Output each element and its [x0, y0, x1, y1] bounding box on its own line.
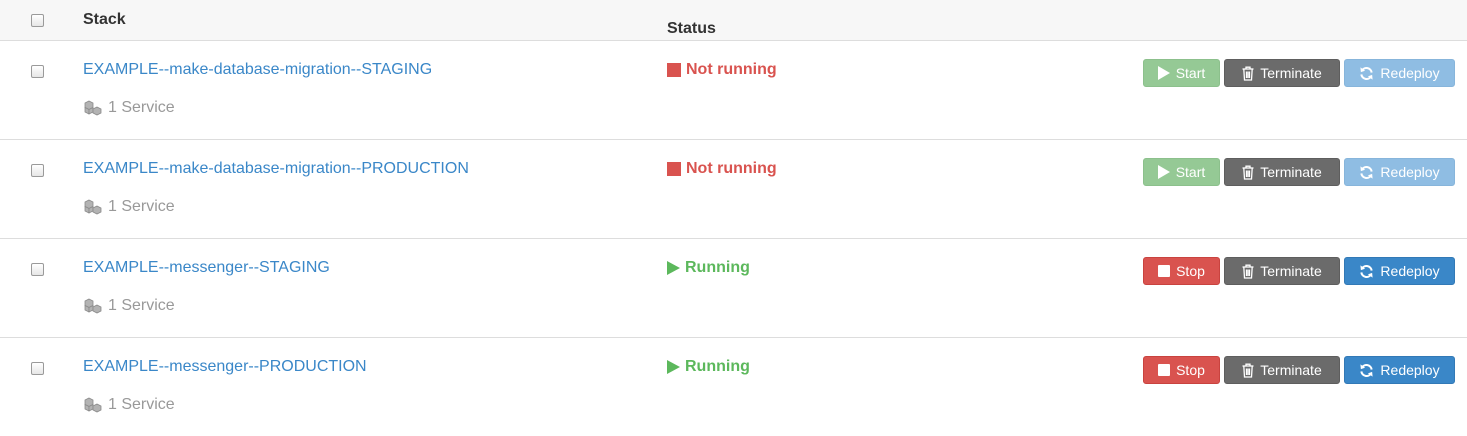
- services-label: 1 Service: [108, 297, 175, 314]
- status-text: Running: [685, 358, 750, 375]
- start-label: Start: [1175, 164, 1206, 180]
- stack-name-link[interactable]: EXAMPLE--messenger--STAGING: [83, 259, 330, 277]
- stop-icon: [1158, 265, 1171, 277]
- terminate-label: Terminate: [1260, 164, 1322, 180]
- play-icon: [1157, 165, 1170, 179]
- cubes-icon: [83, 199, 103, 215]
- terminate-button[interactable]: Terminate: [1224, 356, 1340, 384]
- stopped-square-icon: [667, 63, 681, 77]
- table-header: Stack Status: [0, 0, 1467, 41]
- status-indicator: Running: [667, 358, 750, 376]
- terminate-label: Terminate: [1260, 65, 1322, 81]
- services-label: 1 Service: [108, 99, 175, 116]
- status-indicator: Not running: [667, 160, 777, 178]
- stack-column-header: Stack: [83, 11, 126, 28]
- services-count: 1 Service: [83, 297, 175, 315]
- table-row: EXAMPLE--messenger--STAGING 1 Service Ru…: [0, 239, 1467, 338]
- terminate-button[interactable]: Terminate: [1224, 257, 1340, 285]
- cubes-icon: [83, 397, 103, 413]
- table-row: EXAMPLE--make-database-migration--STAGIN…: [0, 41, 1467, 140]
- status-column-header: Status: [667, 20, 716, 37]
- row-checkbox[interactable]: [31, 164, 44, 177]
- start-button[interactable]: Start: [1143, 59, 1220, 87]
- row-actions: Stop Terminate Redeploy: [1143, 356, 1455, 384]
- row-checkbox[interactable]: [31, 362, 44, 375]
- row-checkbox[interactable]: [31, 263, 44, 276]
- services-label: 1 Service: [108, 198, 175, 215]
- table-row: EXAMPLE--messenger--PRODUCTION 1 Service…: [0, 338, 1467, 436]
- redeploy-label: Redeploy: [1380, 164, 1440, 180]
- refresh-icon: [1359, 264, 1374, 279]
- status-text: Not running: [686, 61, 777, 78]
- running-play-icon: [667, 360, 680, 374]
- stack-name-link[interactable]: EXAMPLE--make-database-migration--STAGIN…: [83, 61, 432, 79]
- stop-label: Stop: [1176, 263, 1205, 279]
- row-actions: Stop Terminate Redeploy: [1143, 257, 1455, 285]
- stop-label: Stop: [1176, 362, 1205, 378]
- row-checkbox[interactable]: [31, 65, 44, 78]
- trash-icon: [1242, 66, 1254, 81]
- start-label: Start: [1175, 65, 1206, 81]
- play-icon: [1157, 66, 1170, 80]
- stop-icon: [1158, 364, 1171, 376]
- running-play-icon: [667, 261, 680, 275]
- refresh-icon: [1359, 66, 1374, 81]
- redeploy-label: Redeploy: [1380, 65, 1440, 81]
- trash-icon: [1242, 363, 1254, 378]
- refresh-icon: [1359, 363, 1374, 378]
- cubes-icon: [83, 298, 103, 314]
- terminate-button[interactable]: Terminate: [1224, 158, 1340, 186]
- status-text: Not running: [686, 160, 777, 177]
- row-actions: Start Terminate Redeploy: [1143, 59, 1455, 87]
- redeploy-button[interactable]: Redeploy: [1344, 158, 1455, 186]
- terminate-label: Terminate: [1260, 263, 1322, 279]
- row-actions: Start Terminate Redeploy: [1143, 158, 1455, 186]
- status-indicator: Running: [667, 259, 750, 277]
- table-row: EXAMPLE--make-database-migration--PRODUC…: [0, 140, 1467, 239]
- trash-icon: [1242, 165, 1254, 180]
- services-count: 1 Service: [83, 396, 175, 414]
- redeploy-label: Redeploy: [1380, 362, 1440, 378]
- redeploy-button[interactable]: Redeploy: [1344, 59, 1455, 87]
- trash-icon: [1242, 264, 1254, 279]
- refresh-icon: [1359, 165, 1374, 180]
- services-count: 1 Service: [83, 99, 175, 117]
- redeploy-button[interactable]: Redeploy: [1344, 356, 1455, 384]
- stack-name-link[interactable]: EXAMPLE--make-database-migration--PRODUC…: [83, 160, 469, 178]
- terminate-label: Terminate: [1260, 362, 1322, 378]
- stack-name-link[interactable]: EXAMPLE--messenger--PRODUCTION: [83, 358, 367, 376]
- redeploy-button[interactable]: Redeploy: [1344, 257, 1455, 285]
- select-all-checkbox[interactable]: [31, 14, 44, 27]
- status-indicator: Not running: [667, 61, 777, 79]
- stacks-table: Stack Status EXAMPLE--make-database-migr…: [0, 0, 1467, 436]
- services-count: 1 Service: [83, 198, 175, 216]
- start-button[interactable]: Start: [1143, 158, 1220, 186]
- stop-button[interactable]: Stop: [1143, 356, 1220, 384]
- stop-button[interactable]: Stop: [1143, 257, 1220, 285]
- terminate-button[interactable]: Terminate: [1224, 59, 1340, 87]
- status-text: Running: [685, 259, 750, 276]
- services-label: 1 Service: [108, 396, 175, 413]
- cubes-icon: [83, 100, 103, 116]
- stopped-square-icon: [667, 162, 681, 176]
- redeploy-label: Redeploy: [1380, 263, 1440, 279]
